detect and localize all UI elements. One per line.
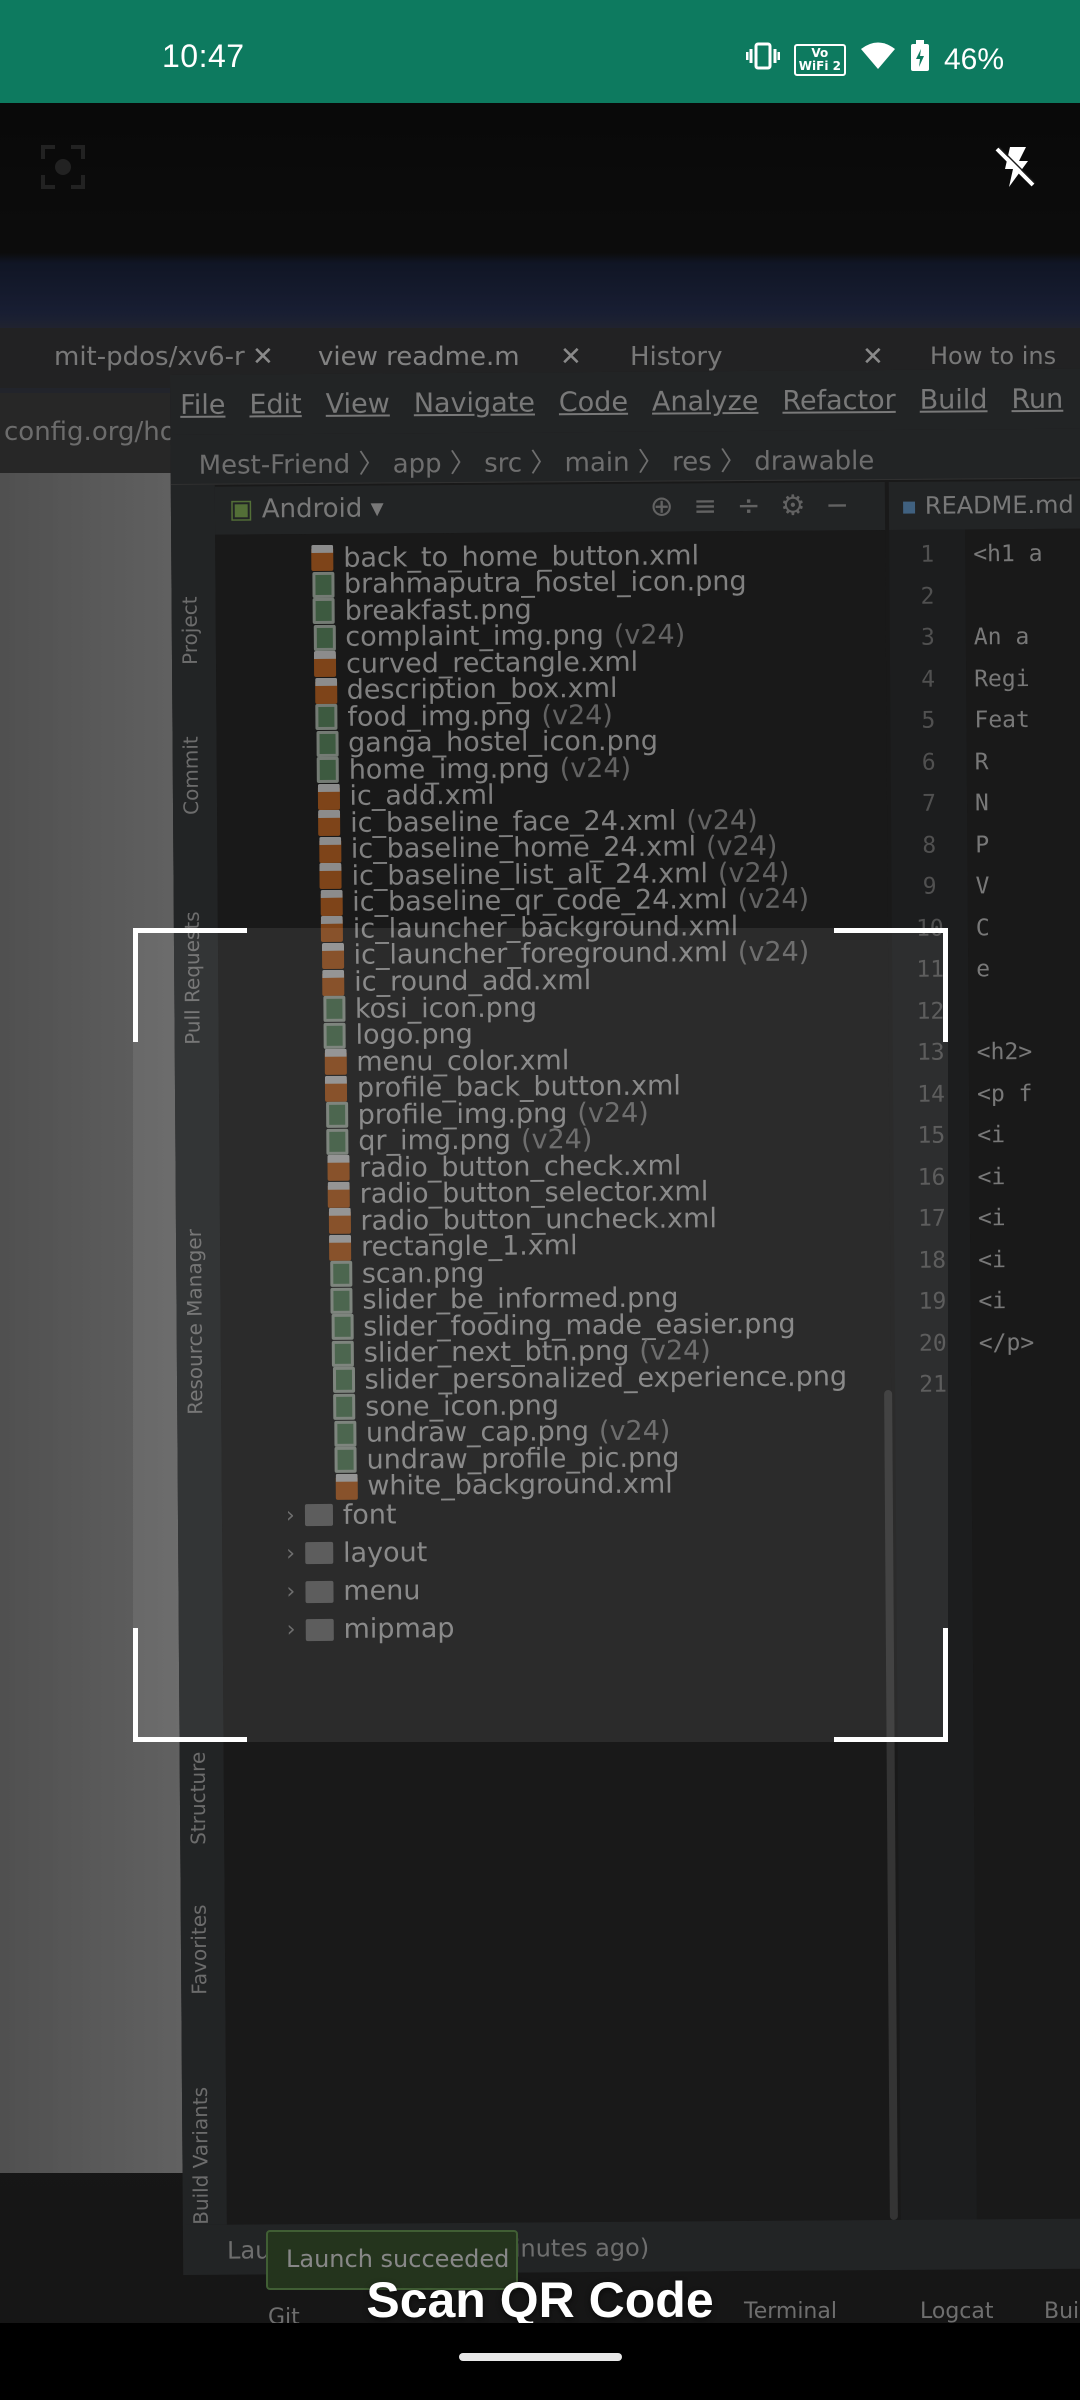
ide-code-line: Regi — [974, 665, 1030, 692]
ide-editor-tab: ▪ README.md — [888, 480, 1080, 530]
ide-menu-item: Run — [1011, 383, 1064, 416]
camera-tab-label: mit-pdos/xv6-r — [54, 342, 245, 372]
ide-line-number: 5 — [921, 707, 936, 734]
ide-side-tool-label: Favorites — [186, 1904, 212, 1995]
camera-preview: mit-pdos/xv6-r ✕ view readme.m ✕ History… — [0, 103, 1080, 2323]
ide-line-number: 6 — [921, 749, 936, 776]
ide-code-line: <i — [977, 1122, 1006, 1149]
ide-menu-item: Build — [919, 384, 988, 416]
ide-code-line: An a — [973, 624, 1030, 651]
wifi-icon — [860, 42, 896, 78]
navigation-bar — [0, 2323, 1080, 2400]
ide-menu-item: File — [180, 389, 226, 421]
ide-line-number: 7 — [921, 790, 937, 817]
ide-breadcrumb: Mest-Friend 〉 app 〉 src 〉 main 〉 res 〉 d… — [170, 428, 1080, 485]
scan-frame — [133, 928, 948, 1742]
ide-code-line: V — [975, 873, 990, 900]
scan-frame-corner — [834, 928, 948, 1042]
ide-side-tool-label: Commit — [178, 736, 204, 815]
ide-code-line: <p f — [976, 1080, 1033, 1107]
chevron-down-icon: ▾ — [370, 493, 384, 524]
ide-code-line: </p> — [978, 1329, 1035, 1356]
ide-editor: <h1 a An a Regi Feat R N P V Ce <h2> <p f <i <i <i <i <… — [965, 528, 1080, 2220]
android-icon: ▣ — [228, 494, 254, 525]
scan-frame-corner — [834, 1628, 948, 1742]
ide-menu-item: Navigate — [413, 387, 535, 420]
ide-code-line: P — [975, 831, 990, 858]
scan-frame-corner — [133, 1628, 247, 1742]
ide-code-line: <i — [978, 1246, 1006, 1273]
camera-tab-close-icon: ✕ — [560, 342, 582, 372]
ide-code-line: <i — [977, 1205, 1006, 1232]
status-time: 10:47 — [162, 38, 245, 74]
ide-project-toolbar-icons: ⊕≡÷⚙− — [649, 488, 870, 523]
ide-menu-bar: File Edit View Navigate Code Analyze Refactor B… — [170, 368, 1080, 435]
ide-project-header: ▣ Android ▾ ⊕≡÷⚙− — [214, 482, 886, 535]
ide-line-number: 9 — [922, 873, 937, 900]
markdown-file-icon: ▪ — [900, 491, 918, 520]
camera-tab-label: How to ins — [930, 342, 1057, 370]
ide-line-number: 1 — [920, 541, 935, 568]
ide-menu-item: View — [325, 388, 390, 420]
ide-line-number: 8 — [922, 832, 937, 859]
ide-code-line: <h2> — [976, 1038, 1033, 1066]
flash-off-icon — [995, 146, 1036, 187]
ide-file-qualifier: (v24) — [737, 883, 810, 916]
home-gesture-handle[interactable] — [459, 2353, 622, 2361]
vibrate-icon — [745, 41, 781, 79]
ide-side-tool-label: Build Variants — [187, 2086, 213, 2225]
ide-side-tool-label: Structure — [185, 1751, 211, 1845]
ide-line-number: 3 — [920, 624, 935, 651]
scan-frame-corner — [133, 928, 247, 1042]
ide-code-line: R — [974, 748, 989, 775]
camera-tab-close-icon: ✕ — [862, 342, 884, 372]
ide-code-line: <i — [978, 1288, 1007, 1315]
focus-button[interactable] — [30, 134, 96, 200]
ide-menu-item: Analyze — [651, 385, 759, 418]
camera-tab-label: History — [630, 342, 723, 372]
focus-frame-icon — [41, 145, 85, 189]
battery-level: 46% — [943, 43, 1004, 76]
camera-browser-url: config.org/hov — [0, 393, 185, 473]
wifi-calling-icon: Vo WiFi 2 — [793, 44, 846, 76]
flash-toggle-button[interactable] — [982, 134, 1048, 200]
ide-line-number: 4 — [921, 666, 936, 693]
ide-project-view: Android — [261, 493, 363, 525]
battery-icon — [910, 40, 930, 80]
ide-side-tool-label: Project — [177, 596, 203, 665]
ide-menu-item: Code — [558, 386, 629, 419]
status-icons: Vo WiFi 2 46% — [745, 40, 1004, 80]
ide-code-line: N — [974, 790, 989, 817]
ide-menu-item: Edit — [249, 389, 302, 421]
ide-code-line: C — [975, 914, 990, 941]
ide-code-line: Feat — [974, 707, 1030, 734]
status-bar: 10:47 Vo WiFi 2 46% — [0, 0, 1080, 103]
ide-code-line: <h1 a — [973, 540, 1043, 568]
ide-file-qualifier: (v24) — [559, 752, 632, 785]
camera-tab-close-icon: ✕ — [252, 342, 274, 372]
ide-menu-item: Refactor — [782, 384, 896, 417]
scan-title: Scan QR Code — [366, 2272, 714, 2323]
camera-tab-label: view readme.m — [318, 342, 520, 372]
ide-line-number: 2 — [920, 583, 935, 610]
ide-code-line: e — [976, 956, 991, 983]
ide-code-line: <i — [977, 1163, 1006, 1190]
